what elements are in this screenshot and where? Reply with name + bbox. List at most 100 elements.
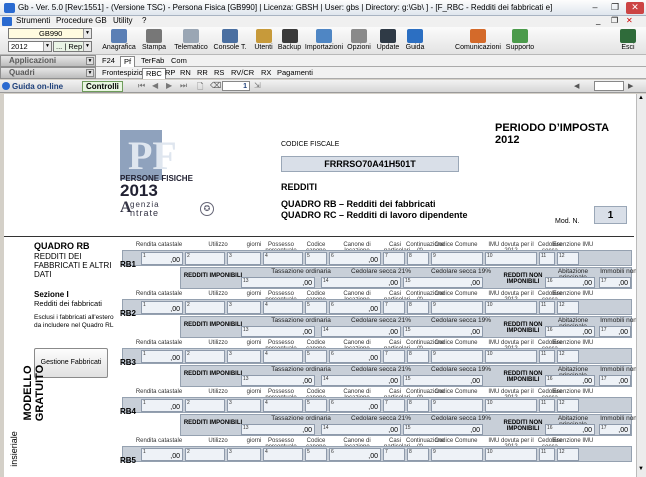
input-field[interactable]: 17,00: [599, 277, 631, 288]
input-field[interactable]: 14,00: [321, 424, 401, 435]
last-page-icon[interactable]: ⏭: [180, 81, 187, 91]
zoom-field[interactable]: [594, 81, 624, 91]
tab-pf[interactable]: Pf: [120, 56, 136, 67]
tab-frontespizio[interactable]: Frontespizio: [99, 68, 146, 79]
input-field[interactable]: 12: [557, 252, 579, 265]
input-field[interactable]: 12: [557, 301, 579, 314]
quadri-bar[interactable]: Quadri ▼: [0, 67, 96, 79]
tab-rp[interactable]: RP: [162, 68, 178, 79]
menu-procedure-gb[interactable]: Procedure GB: [56, 16, 107, 25]
input-field[interactable]: 9: [431, 301, 483, 314]
input-field[interactable]: 15,00: [403, 277, 483, 288]
scroll-down-icon[interactable]: ▼: [638, 466, 644, 472]
input-field[interactable]: 7: [383, 448, 405, 461]
input-field[interactable]: 13,00: [241, 424, 315, 435]
backup-button[interactable]: Backup: [277, 27, 302, 54]
input-field[interactable]: 13,00: [241, 326, 315, 337]
supporto-button[interactable]: Supporto: [503, 27, 537, 54]
input-field[interactable]: 16,00: [545, 277, 595, 288]
input-field[interactable]: 10: [485, 399, 537, 412]
menu-strumenti[interactable]: Strumenti: [16, 16, 50, 25]
importazioni-button[interactable]: Importazioni: [304, 27, 344, 54]
input-field[interactable]: 10: [485, 252, 537, 265]
input-field[interactable]: 14,00: [321, 375, 401, 386]
input-field[interactable]: 13,00: [241, 277, 315, 288]
input-field[interactable]: 10: [485, 301, 537, 314]
tab-pagamenti[interactable]: Pagamenti: [274, 68, 316, 79]
input-field[interactable]: 4: [263, 252, 303, 265]
input-field[interactable]: 8: [407, 399, 429, 412]
input-field[interactable]: 6,00: [329, 252, 381, 265]
tab-f24[interactable]: F24: [99, 56, 118, 67]
rep-combo[interactable]: ... | Rep ▼: [53, 41, 92, 52]
scroll-right-icon[interactable]: ▶: [628, 82, 633, 90]
menu-utility[interactable]: Utility: [113, 16, 133, 25]
input-field[interactable]: 7: [383, 301, 405, 314]
scroll-up-icon[interactable]: ▲: [638, 95, 644, 101]
input-field[interactable]: 5: [305, 399, 327, 412]
input-field[interactable]: 5: [305, 301, 327, 314]
console-t-button[interactable]: Console T.: [212, 27, 248, 54]
input-field[interactable]: 9: [431, 252, 483, 265]
input-field[interactable]: 5: [305, 448, 327, 461]
inner-maximize-button[interactable]: ❐: [611, 16, 618, 25]
esci-button[interactable]: Esci: [619, 27, 637, 54]
input-field[interactable]: 12: [557, 448, 579, 461]
input-field[interactable]: 4: [263, 399, 303, 412]
scroll-left-icon[interactable]: ◀: [574, 82, 579, 90]
input-field[interactable]: 17,00: [599, 326, 631, 337]
input-field[interactable]: 3: [227, 252, 261, 265]
tab-com[interactable]: Com: [168, 56, 190, 67]
close-button[interactable]: ✕: [626, 2, 644, 14]
comunicazioni-button[interactable]: Comunicazioni: [455, 27, 501, 54]
tab-terfab[interactable]: TerFab: [138, 56, 167, 67]
minimize-button[interactable]: –: [586, 2, 604, 14]
update-button[interactable]: Update: [375, 27, 401, 54]
delete-page-icon[interactable]: ⌫: [210, 81, 221, 90]
input-field[interactable]: 16,00: [545, 424, 595, 435]
input-field[interactable]: 4: [263, 350, 303, 363]
tab-rs[interactable]: RS: [211, 68, 227, 79]
page-number-field[interactable]: 1: [222, 81, 250, 91]
input-field[interactable]: 1,00: [141, 252, 183, 265]
input-field[interactable]: 12: [557, 350, 579, 363]
input-field[interactable]: 11: [539, 350, 555, 363]
input-field[interactable]: 7: [383, 399, 405, 412]
input-field[interactable]: 16,00: [545, 326, 595, 337]
input-field[interactable]: 17,00: [599, 375, 631, 386]
input-field[interactable]: 6,00: [329, 399, 381, 412]
input-field[interactable]: 8: [407, 448, 429, 461]
tab-rr[interactable]: RR: [194, 68, 211, 79]
input-field[interactable]: 7: [383, 350, 405, 363]
input-field[interactable]: 6,00: [329, 448, 381, 461]
input-field[interactable]: 9: [431, 350, 483, 363]
guida-online-button[interactable]: Guida on-line: [12, 82, 63, 91]
input-field[interactable]: 2: [185, 350, 225, 363]
input-field[interactable]: 1,00: [141, 301, 183, 314]
input-field[interactable]: 1,00: [141, 399, 183, 412]
tab-rn[interactable]: RN: [177, 68, 194, 79]
input-field[interactable]: 2: [185, 399, 225, 412]
input-field[interactable]: 14,00: [321, 326, 401, 337]
input-field[interactable]: 14,00: [321, 277, 401, 288]
tab-rx[interactable]: RX: [258, 68, 274, 79]
input-field[interactable]: 8: [407, 301, 429, 314]
codice-fiscale-field[interactable]: FRRRSO70A41H501T: [281, 156, 459, 172]
input-field[interactable]: 2: [185, 252, 225, 265]
input-field[interactable]: 9: [431, 399, 483, 412]
input-field[interactable]: 13,00: [241, 375, 315, 386]
input-field[interactable]: 11: [539, 448, 555, 461]
next-page-icon[interactable]: ▶: [166, 81, 172, 90]
input-field[interactable]: 11: [539, 252, 555, 265]
tab-rvcr[interactable]: RV/CR: [228, 68, 257, 79]
input-field[interactable]: 9: [431, 448, 483, 461]
maximize-button[interactable]: ❐: [606, 2, 624, 14]
input-field[interactable]: 4: [263, 448, 303, 461]
input-field[interactable]: 3: [227, 448, 261, 461]
input-field[interactable]: 8: [407, 252, 429, 265]
new-page-icon[interactable]: 🗋: [197, 81, 203, 95]
input-field[interactable]: 3: [227, 350, 261, 363]
input-field[interactable]: 2: [185, 448, 225, 461]
input-field[interactable]: 6,00: [329, 301, 381, 314]
input-field[interactable]: 11: [539, 399, 555, 412]
